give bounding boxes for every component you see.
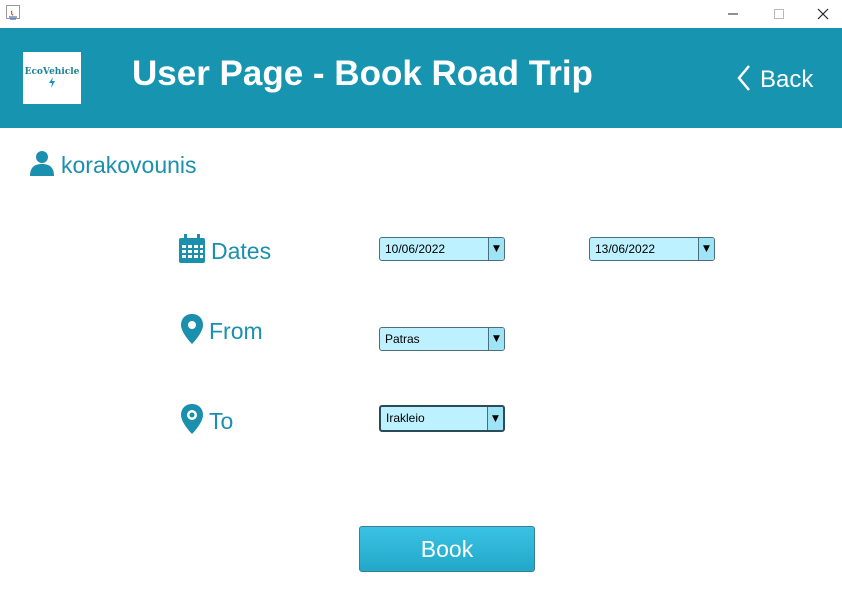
to-label: To [209,407,234,434]
minimize-icon[interactable] [710,0,756,28]
window-titlebar [0,0,842,28]
end-date-select[interactable]: 13/06/2022 ▼ [589,237,715,261]
from-label: From [209,317,263,344]
app-header: EcoVehicle User Page - Book Road Trip Ba… [0,28,842,128]
page-title: User Page - Book Road Trip [132,54,593,93]
user-icon [30,150,54,180]
from-select[interactable]: Patras ▼ [379,327,505,351]
to-value: Irakleio [386,411,425,425]
from-value: Patras [385,332,420,346]
chevron-down-icon[interactable]: ▼ [488,328,504,350]
map-pin-target-icon [180,404,204,438]
user-info: korakovounis [30,150,197,180]
end-date-value: 13/06/2022 [595,242,656,256]
start-date-value: 10/06/2022 [385,242,446,256]
book-button[interactable]: Book [359,526,535,572]
from-label-row: From [180,314,263,348]
calendar-icon [178,234,206,268]
close-icon[interactable] [800,0,842,28]
to-label-row: To [180,404,233,438]
username: korakovounis [61,151,197,178]
ecovehicle-logo: EcoVehicle [23,52,81,104]
map-pin-icon [180,314,204,348]
chevron-left-icon [736,64,752,96]
java-icon [6,5,20,20]
lightning-icon [23,77,81,92]
back-label: Back [760,66,814,93]
to-select[interactable]: Irakleio ▼ [379,405,505,432]
maximize-icon[interactable] [756,0,802,28]
chevron-down-icon[interactable]: ▼ [698,238,714,260]
logo-text: EcoVehicle [24,67,80,77]
chevron-down-icon[interactable]: ▼ [488,238,504,260]
start-date-select[interactable]: 10/06/2022 ▼ [379,237,505,261]
chevron-down-icon[interactable]: ▼ [487,407,503,430]
dates-label-row: Dates [178,234,271,268]
back-button[interactable]: Back [736,64,813,96]
dates-label: Dates [211,237,272,264]
